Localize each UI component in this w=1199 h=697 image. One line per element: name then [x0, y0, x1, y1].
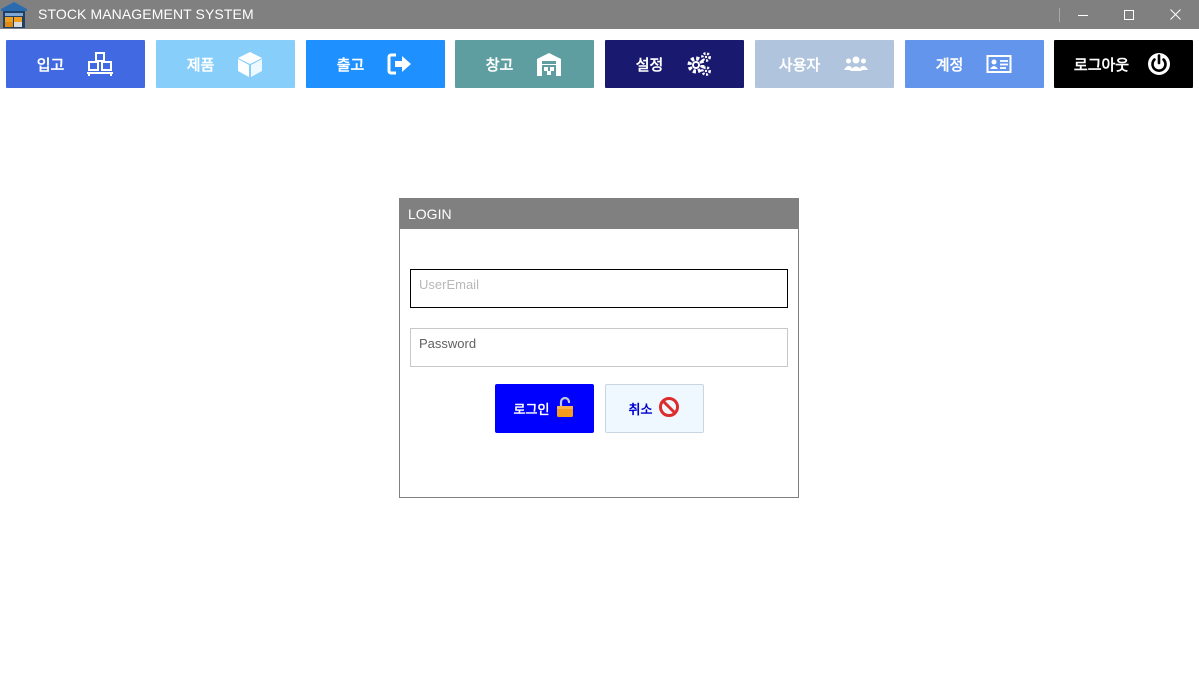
- account-button[interactable]: 계정: [905, 40, 1044, 88]
- gears-icon: [685, 50, 713, 78]
- sign-out-arrow-icon: [386, 50, 414, 78]
- warehouse-label: 창고: [485, 55, 514, 74]
- unlocked-padlock-icon: [555, 396, 575, 421]
- close-button[interactable]: [1152, 0, 1198, 29]
- cancel-button-label: 취소: [628, 403, 653, 418]
- email-field[interactable]: UserEmail: [410, 269, 788, 308]
- warehouse-icon: [535, 50, 563, 78]
- settings-label: 설정: [635, 55, 664, 74]
- email-placeholder: UserEmail: [419, 277, 479, 292]
- login-header: LOGIN: [400, 199, 798, 229]
- maximize-icon: [1124, 9, 1134, 20]
- minimize-button[interactable]: [1060, 0, 1106, 29]
- settings-button[interactable]: 설정: [605, 40, 744, 88]
- login-button[interactable]: 로그인: [495, 384, 594, 433]
- users-label: 사용자: [778, 55, 821, 74]
- prohibited-icon: [658, 396, 680, 421]
- warehouse-button[interactable]: 창고: [455, 40, 594, 88]
- logout-button[interactable]: 로그아웃: [1054, 40, 1193, 88]
- password-placeholder: Password: [419, 336, 477, 351]
- users-icon: [842, 50, 870, 78]
- warehouse-app-icon: [0, 0, 29, 29]
- power-icon: [1145, 50, 1173, 78]
- title-bar: STOCK MANAGEMENT SYSTEM: [0, 0, 1199, 29]
- product-cube-icon: [236, 50, 264, 78]
- close-icon: [1169, 9, 1181, 20]
- shipping-button[interactable]: 출고: [306, 40, 445, 88]
- product-button[interactable]: 제품: [156, 40, 295, 88]
- maximize-button[interactable]: [1106, 0, 1152, 29]
- users-button[interactable]: 사용자: [755, 40, 894, 88]
- logout-label: 로그아웃: [1073, 55, 1130, 74]
- account-label: 계정: [935, 55, 964, 74]
- window-title: STOCK MANAGEMENT SYSTEM: [38, 6, 254, 22]
- shipping-label: 출고: [336, 55, 365, 74]
- login-panel: LOGIN UserEmail Password 로그인 취소: [399, 198, 799, 498]
- receiving-boxes-icon: [86, 50, 114, 78]
- login-button-label: 로그인: [513, 403, 550, 418]
- receiving-button[interactable]: 입고: [6, 40, 145, 88]
- minimize-icon: [1078, 14, 1088, 16]
- cancel-button[interactable]: 취소: [605, 384, 704, 433]
- id-card-icon: [985, 50, 1013, 78]
- password-field[interactable]: Password: [410, 328, 788, 367]
- product-label: 제품: [186, 55, 215, 74]
- receiving-label: 입고: [36, 55, 65, 74]
